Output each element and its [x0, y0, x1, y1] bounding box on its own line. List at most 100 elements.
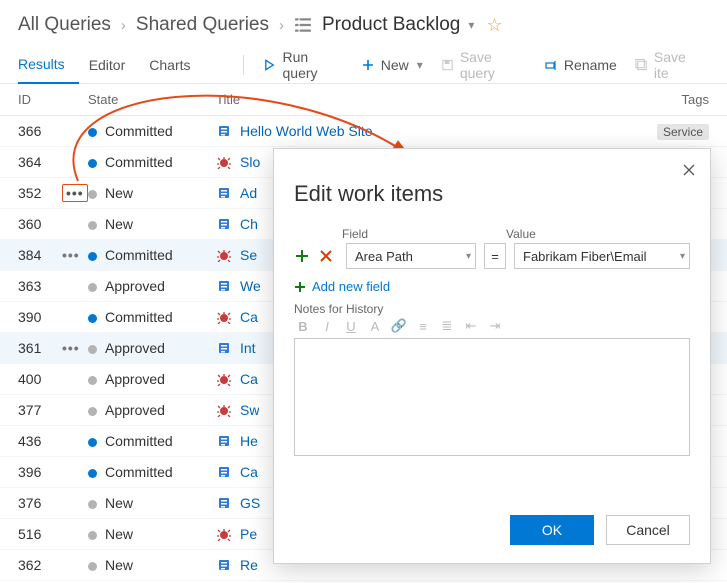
link-button[interactable]: 🔗	[390, 318, 408, 334]
cell-id: 363	[18, 278, 62, 294]
tab-results[interactable]: Results	[18, 46, 79, 84]
col-state[interactable]: State	[88, 92, 216, 107]
title-link[interactable]: Re	[240, 557, 258, 573]
bug-icon	[216, 371, 232, 387]
book-icon	[216, 340, 232, 356]
title-link[interactable]: He	[240, 433, 258, 449]
save-icon	[441, 58, 454, 72]
run-query-button[interactable]: Run query	[255, 49, 350, 81]
add-row-button[interactable]	[294, 248, 310, 264]
favorite-star-icon[interactable]: ☆	[486, 15, 502, 36]
bold-button[interactable]: B	[294, 319, 312, 334]
bullet-list-button[interactable]: ≡	[414, 319, 432, 334]
operator-value: =	[491, 249, 499, 264]
state-dot-icon	[88, 531, 97, 540]
breadcrumb-current[interactable]: Product Backlog ▾	[322, 14, 474, 36]
underline-button[interactable]: U	[342, 319, 360, 334]
tag-pill: Service	[657, 124, 709, 140]
save-all-icon	[635, 58, 648, 72]
book-icon	[216, 495, 232, 511]
cell-id: 516	[18, 526, 62, 542]
state-dot-icon	[88, 469, 97, 478]
title-link[interactable]: Ad	[240, 185, 257, 201]
book-icon	[216, 123, 232, 139]
state-dot-icon	[88, 376, 97, 385]
indent-button[interactable]: ⇥	[486, 318, 504, 334]
value-column-label: Value	[506, 227, 690, 241]
tab-editor[interactable]: Editor	[89, 46, 140, 84]
title-link[interactable]: Ca	[240, 371, 258, 387]
save-items-button: Save ite	[627, 49, 709, 81]
outdent-button[interactable]: ⇤	[462, 318, 480, 334]
state-dot-icon	[88, 345, 97, 354]
dialog-footer: OK Cancel	[274, 503, 710, 563]
state-dot-icon	[88, 438, 97, 447]
title-link[interactable]: Hello World Web Site	[240, 123, 373, 139]
query-list-icon	[294, 16, 312, 34]
play-icon	[263, 58, 276, 72]
title-link[interactable]: Int	[240, 340, 256, 356]
title-link[interactable]: Ch	[240, 216, 258, 232]
x-icon	[320, 250, 332, 262]
state-dot-icon	[88, 500, 97, 509]
field-header-row: Field Value	[342, 227, 690, 241]
breadcrumb-shared-queries[interactable]: Shared Queries	[136, 14, 269, 36]
title-link[interactable]: Sw	[240, 402, 259, 418]
plus-icon	[361, 58, 375, 72]
state-dot-icon	[88, 190, 97, 199]
close-button[interactable]	[678, 159, 700, 184]
value-combo[interactable]: Fabrikam Fiber\Email ▾	[514, 243, 690, 269]
title-link[interactable]: Se	[240, 247, 257, 263]
save-query-button: Save query	[433, 49, 534, 81]
col-title[interactable]: Title	[216, 92, 649, 107]
state-dot-icon	[88, 252, 97, 261]
book-icon	[216, 185, 232, 201]
tab-charts[interactable]: Charts	[149, 46, 204, 84]
cell-title[interactable]: Hello World Web Site	[216, 123, 649, 139]
italic-button[interactable]: I	[318, 319, 336, 334]
breadcrumb-all-queries[interactable]: All Queries	[18, 14, 111, 36]
operator-column-label	[480, 227, 498, 241]
cell-id: 384	[18, 247, 62, 263]
new-button[interactable]: New ▾	[353, 49, 431, 81]
row-actions-button[interactable]: •••	[62, 340, 80, 356]
title-link[interactable]: Ca	[240, 309, 258, 325]
numbered-list-button[interactable]: ≣	[438, 318, 456, 334]
field-combo[interactable]: Area Path ▾	[346, 243, 476, 269]
title-link[interactable]: GS	[240, 495, 260, 511]
title-link[interactable]: We	[240, 278, 261, 294]
operator-combo[interactable]: =	[484, 243, 506, 269]
col-id[interactable]: ID	[18, 92, 62, 107]
rename-icon	[544, 58, 558, 72]
cell-state: New	[88, 557, 216, 573]
title-link[interactable]: Ca	[240, 464, 258, 480]
cell-state: Approved	[88, 340, 216, 356]
close-icon	[682, 163, 696, 177]
bug-icon	[216, 309, 232, 325]
cell-id: 360	[18, 216, 62, 232]
col-tags[interactable]: Tags	[649, 92, 709, 107]
rename-button[interactable]: Rename	[536, 49, 625, 81]
notes-textarea[interactable]	[294, 338, 690, 456]
add-new-field-link[interactable]: Add new field	[294, 279, 690, 294]
title-link[interactable]: Slo	[240, 154, 260, 170]
dialog-body: Field Value Area Path ▾ = Fabrikam Fiber…	[274, 213, 710, 503]
font-size-button[interactable]: A	[366, 319, 384, 334]
title-link[interactable]: Pe	[240, 526, 257, 542]
book-icon	[216, 557, 232, 573]
book-icon	[216, 278, 232, 294]
chevron-down-icon: ▾	[680, 251, 685, 262]
cell-id: 362	[18, 557, 62, 573]
cell-id: 377	[18, 402, 62, 418]
row-actions-button[interactable]: •••	[62, 184, 88, 202]
row-actions-button[interactable]: •••	[62, 247, 80, 263]
book-icon	[216, 216, 232, 232]
remove-row-button[interactable]	[318, 248, 334, 264]
ok-button[interactable]: OK	[510, 515, 594, 545]
breadcrumb-sep: ›	[279, 17, 284, 34]
bug-icon	[216, 154, 232, 170]
edit-work-items-dialog: Edit work items Field Value Area Path ▾ …	[273, 148, 711, 564]
table-row[interactable]: 366•••CommittedHello World Web SiteServi…	[0, 116, 727, 147]
cell-state: Committed	[88, 433, 216, 449]
cancel-button[interactable]: Cancel	[606, 515, 690, 545]
